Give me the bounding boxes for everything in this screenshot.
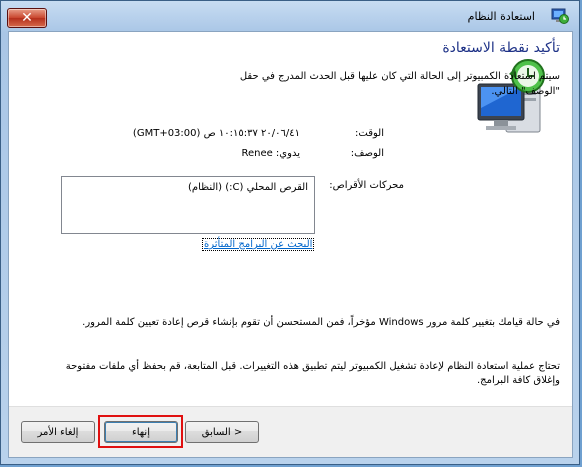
- page-title: تأكيد نقطة الاستعادة: [442, 40, 560, 56]
- description-label: الوصف:: [350, 148, 384, 159]
- description-value: يدوي: Renee: [241, 148, 300, 159]
- restart-note: تحتاج عملية استعادة النظام لإعادة تشغيل …: [65, 361, 560, 386]
- window-title: استعادة النظام: [467, 10, 535, 23]
- drives-label: محركات الأقراص:: [329, 180, 404, 191]
- cancel-button[interactable]: إلغاء الأمر: [21, 421, 95, 443]
- close-icon: ✕: [21, 10, 33, 26]
- wizard-content: تأكيد نقطة الاستعادة سيتم استعادة الكمبي…: [8, 31, 573, 458]
- scan-affected-programs-link[interactable]: البحث عن البرامج المتأثرة: [202, 238, 315, 251]
- wizard-footer: إلغاء الأمر إنهاء < السابق: [9, 406, 572, 457]
- system-restore-icon: [551, 8, 569, 24]
- drives-list[interactable]: القرص المحلي (C:) (النظام): [61, 176, 315, 234]
- back-button[interactable]: < السابق: [185, 421, 259, 443]
- intro-text: سيتم استعادة الكمبيوتر إلى الحالة التي ك…: [239, 71, 560, 97]
- time-label: الوقت:: [355, 128, 384, 139]
- title-bar[interactable]: ✕ استعادة النظام: [1, 1, 579, 31]
- time-value: ٢٠/٠٦/٤١ ١٠:١٥:٣٧ ص (GMT+03:00): [132, 128, 300, 139]
- list-item[interactable]: القرص المحلي (C:) (النظام): [188, 182, 308, 193]
- close-button[interactable]: ✕: [7, 8, 47, 28]
- finish-button[interactable]: إنهاء: [104, 421, 178, 443]
- password-reset-note: في حالة قيامك بتغيير كلمة مرور Windows م…: [82, 317, 560, 328]
- system-restore-window: ✕ استعادة النظام تأكيد نقطة الاستعادة سي…: [0, 0, 580, 465]
